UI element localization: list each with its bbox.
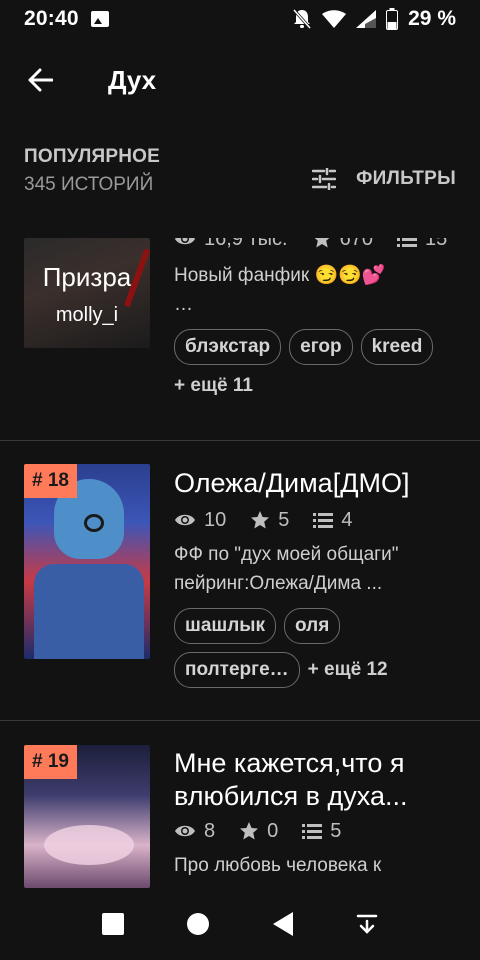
story-cover[interactable]: # 18 xyxy=(24,464,150,659)
story-title-line2[interactable]: влюбился в духа... xyxy=(174,780,460,813)
tag-chip[interactable]: шашлык xyxy=(174,608,277,644)
stars-count: 0 xyxy=(267,819,279,842)
eye-icon xyxy=(175,514,195,526)
section-title: ПОПУЛЯРНОЕ xyxy=(24,146,161,167)
tag-chip[interactable]: блэкстар xyxy=(174,329,282,365)
story-cover[interactable]: Призра molly_i xyxy=(24,238,150,348)
navigation-bar xyxy=(0,888,480,960)
tag-chip[interactable]: оля xyxy=(284,608,341,644)
list-icon xyxy=(302,824,323,839)
app-bar: Дух xyxy=(0,38,480,122)
story-body: 16,9 тыс. 670 15 Новый фанфик 😏😏💕 … блэк… xyxy=(174,238,460,397)
story-description: Новый фанфик 😏😏💕 xyxy=(174,265,386,286)
story-list[interactable]: Призра molly_i 16,9 тыс. 670 15 Новый фа… xyxy=(0,238,480,888)
bell-off-icon xyxy=(293,9,312,29)
section-header: ПОПУЛЯРНОЕ 345 ИСТОРИЙ ФИЛЬТРЫ xyxy=(0,146,480,226)
story-cover[interactable]: # 19 xyxy=(24,745,150,888)
star-icon xyxy=(240,822,259,840)
filter-button[interactable]: ФИЛЬТРЫ xyxy=(312,168,456,190)
story-stats: 10 5 4 xyxy=(174,506,460,534)
story-description: ФФ по "дух моей общаги" xyxy=(174,544,399,565)
recents-button[interactable] xyxy=(101,913,124,935)
parts-count: 4 xyxy=(341,508,353,531)
status-time: 20:40 xyxy=(24,7,79,30)
eye-icon xyxy=(175,238,195,245)
rank-badge: # 18 xyxy=(24,464,77,498)
cover-figure-body xyxy=(34,564,144,659)
views-count: 10 xyxy=(204,508,227,531)
star-icon xyxy=(251,511,270,529)
story-stats: 16,9 тыс. 670 15 xyxy=(174,238,460,253)
cover-figure-glasses xyxy=(84,514,104,532)
cover-author-text: molly_i xyxy=(55,304,119,326)
eye-icon xyxy=(175,825,195,837)
battery-percent: 29 % xyxy=(408,7,456,30)
list-icon xyxy=(313,513,334,528)
battery-icon xyxy=(386,8,399,30)
filter-label: ФИЛЬТРЫ xyxy=(356,168,456,189)
tag-chip[interactable]: полтерге… xyxy=(174,652,300,688)
story-title[interactable]: Мне кажется,что я xyxy=(174,747,460,780)
story-body: Олежа/Дима[ДМО] 10 5 4 ФФ по "дух моей о… xyxy=(174,467,460,688)
hide-nav-icon[interactable] xyxy=(356,913,378,935)
wifi-icon xyxy=(322,10,347,28)
page-title: Дух xyxy=(108,64,157,95)
signal-icon xyxy=(356,10,377,28)
more-tags-link[interactable]: + ещё 12 xyxy=(308,659,388,681)
story-description: Про любовь человека к xyxy=(174,855,382,876)
star-icon xyxy=(314,238,329,248)
section-heading: ПОПУЛЯРНОЕ 345 ИСТОРИЙ xyxy=(24,146,160,196)
image-icon xyxy=(90,11,109,27)
story-tags: блэкстар егор kreed xyxy=(174,329,460,365)
parts-count: 15 xyxy=(424,238,448,250)
parts-count: 5 xyxy=(330,819,342,842)
story-stats: 8 0 5 xyxy=(174,817,460,845)
story-card[interactable]: # 19 Мне кажется,что я влюбился в духа..… xyxy=(0,721,480,888)
home-button[interactable] xyxy=(187,913,210,935)
status-bar: 20:40 29 % xyxy=(0,0,480,38)
story-body: Мне кажется,что я влюбился в духа... 8 0… xyxy=(174,747,460,880)
story-count: 345 ИСТОРИЙ xyxy=(24,174,154,195)
story-title[interactable]: Олежа/Дима[ДМО] xyxy=(174,467,460,500)
back-nav-button[interactable] xyxy=(272,912,293,936)
rank-badge: # 19 xyxy=(24,745,77,779)
story-description-line2: … xyxy=(174,294,193,315)
cover-blossom xyxy=(44,825,134,865)
back-button[interactable] xyxy=(0,38,80,122)
list-icon xyxy=(396,238,417,247)
stars-count: 670 xyxy=(339,238,373,250)
story-tags: шашлык оля полтерге… + ещё 12 xyxy=(174,608,460,688)
views-count: 8 xyxy=(204,819,216,842)
more-tags-link[interactable]: + ещё 11 xyxy=(174,375,460,397)
views-count: 16,9 тыс. xyxy=(204,238,288,250)
story-description-line2: пейринг:Олежа/Дима ... xyxy=(174,573,383,594)
story-card[interactable]: # 18 Олежа/Дима[ДМО] 10 5 4 ФФ по "дух м… xyxy=(0,441,480,721)
tag-chip[interactable]: егор xyxy=(289,329,353,365)
stars-count: 5 xyxy=(278,508,290,531)
status-icons: 29 % xyxy=(292,7,456,31)
story-card[interactable]: Призра molly_i 16,9 тыс. 670 15 Новый фа… xyxy=(0,238,480,440)
sliders-icon xyxy=(312,168,337,190)
tag-chip[interactable]: kreed xyxy=(360,329,434,365)
arrow-left-icon xyxy=(28,68,53,92)
